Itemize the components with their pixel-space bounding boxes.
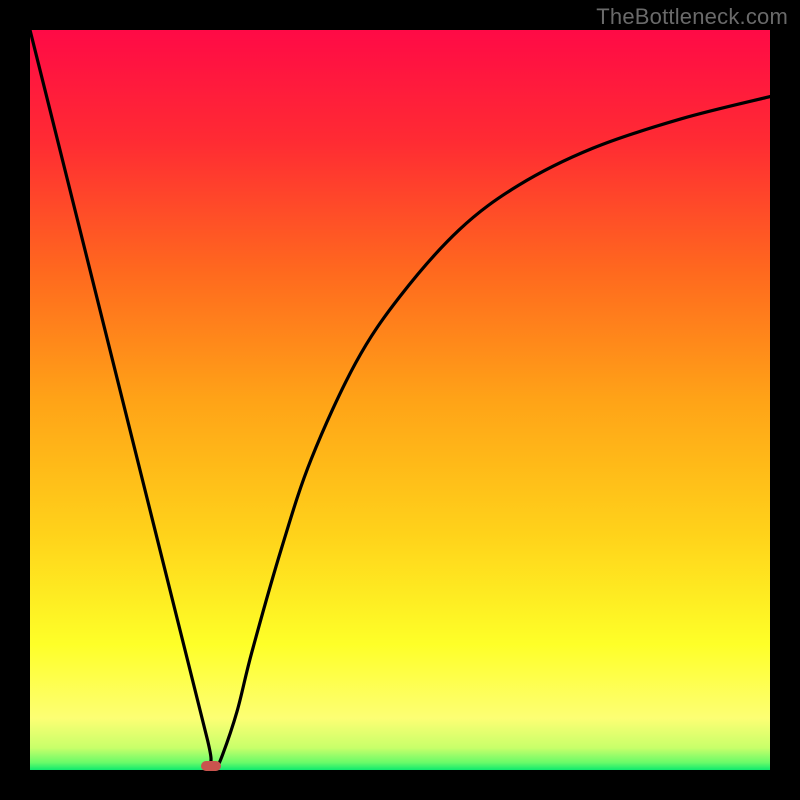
chart-frame — [30, 30, 770, 770]
bottleneck-curve-path — [30, 30, 770, 770]
minimum-marker — [201, 761, 221, 771]
watermark-text: TheBottleneck.com — [596, 4, 788, 30]
bottleneck-curve-svg — [30, 30, 770, 770]
